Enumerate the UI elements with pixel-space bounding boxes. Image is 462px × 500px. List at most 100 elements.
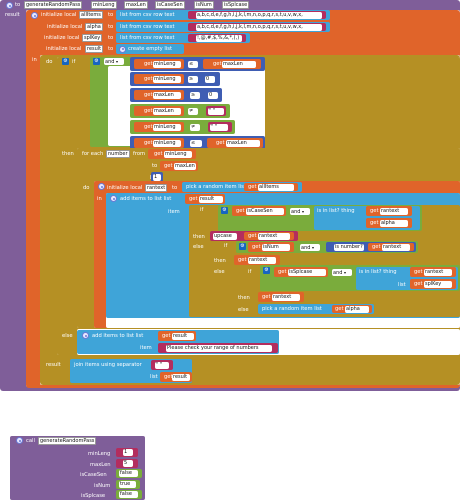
upcase-dropdown[interactable]: upcase [213,232,237,240]
do-label: do [46,59,53,65]
if-mutator-icon[interactable]: ⚙ [62,58,69,65]
for-each-var-field[interactable]: number [106,150,130,158]
create-empty-list-label: create empty list [128,46,173,52]
local-name-allItems[interactable]: allItems [79,11,103,19]
var-dropdown-rantext-2[interactable]: rantext [382,243,410,251]
local-label-0: initialize local [41,12,77,18]
text-value-arg-minLeng[interactable]: 1 [123,449,133,456]
var-dropdown-c4-left[interactable]: minLeng [153,123,181,131]
var-dropdown-result-else[interactable]: result [172,332,194,340]
list-mutator-icon[interactable] [119,45,126,53]
text-value-allItems[interactable]: a,b,c,d,e,f,g,h,i,j,k,l,m,n,o,p,q,r,s,t,… [196,11,322,19]
param-maxLen[interactable]: maxLen [124,1,148,9]
number-value-by[interactable]: 1 [153,173,161,181]
call-procedure-dropdown[interactable]: generateRandomPass [38,437,97,445]
op-dropdown-c2[interactable]: ≥ [190,91,200,99]
init-rantext-mutator-icon[interactable] [98,183,105,190]
call-mutator-icon[interactable] [16,437,23,444]
and-operator-label: and [301,244,311,251]
and-mutator-icon[interactable]: ⚙ [93,58,100,65]
var-dropdown-rantext-then2[interactable]: rantext [248,256,276,264]
local-name-alpha[interactable]: alpha [85,23,103,31]
pick-random-label: pick a random item list [186,184,246,190]
op-dropdown-c1[interactable]: ≥ [188,75,198,83]
local-name-result[interactable]: result [85,45,104,53]
logic-value-arg-isNum[interactable]: true [119,481,136,488]
var-dropdown-isNum[interactable]: isNum [262,243,290,251]
text-value-c4[interactable]: " " [210,123,228,131]
then-label: then [238,295,250,301]
var-dropdown-c0-left[interactable]: minLeng [153,60,181,68]
var-dropdown-from[interactable]: minLeng [164,150,192,158]
op-dropdown-c3[interactable]: ≠ [188,107,198,115]
and-operator-label: and [291,208,301,215]
text-value-message[interactable]: Please check your range of numbers [166,344,272,352]
param-minLeng[interactable]: minLeng [91,1,117,9]
op-dropdown-c4[interactable]: ≠ [190,123,200,131]
inner-in-label: in [97,196,102,202]
for-each-label: for each [82,151,104,157]
and-operator-dropdown[interactable]: and ▾ [104,58,124,65]
and-mutator-icon[interactable]: ⚙ [263,267,270,274]
var-dropdown-alpha[interactable]: alpha [380,219,408,227]
local-label-1: initialize local [47,24,83,30]
result-label: result [46,362,61,368]
logic-value-arg-isCaseSen[interactable]: false [119,470,138,477]
var-dropdown-c5-left[interactable]: minLeng [153,139,181,147]
var-dropdown-rantext-3[interactable]: rantext [424,268,452,276]
text-value-c3[interactable]: " " [208,107,224,115]
then-label: then [214,258,226,264]
number-value-c1[interactable]: 0 [205,75,215,83]
var-dropdown-isCaseSen[interactable]: isCaseSen [246,207,284,215]
and-operator-dropdown-1[interactable]: and ▾ [290,207,310,215]
csv-row-label-2: list from csv row text [120,35,175,41]
and-mutator-icon[interactable]: ⚙ [221,207,228,214]
text-value-sep[interactable]: " " [155,361,169,369]
if-label: if [224,243,228,249]
op-dropdown-c0[interactable]: ≤ [188,60,198,68]
text-value-arg-maxLen[interactable]: 5 [123,460,133,467]
var-dropdown-rantext-up[interactable]: rantext [258,232,290,240]
dropdown-arrow-icon: ▾ [344,269,347,275]
add-items-mutator-icon[interactable] [110,195,117,202]
var-dropdown-c3-left[interactable]: maxLen [153,107,181,115]
number-value-c2[interactable]: 0 [208,91,218,99]
var-dropdown-to[interactable]: maxLen [174,162,196,170]
param-isCaseSen[interactable]: isCaseSen [155,1,185,9]
else-add-items-mutator-icon[interactable] [82,332,89,339]
text-value-alpha[interactable]: a,b,c,d,e,f,g,h,i,j,k,l,m,n,o,p,q,r,s,t,… [196,23,322,31]
is-number-dropdown[interactable]: is number? [334,243,364,251]
op-dropdown-c5[interactable]: ≤ [190,139,202,147]
var-dropdown-alpha-else3[interactable]: alpha [345,305,369,313]
init-rantext-name-field[interactable]: rantext [145,184,168,192]
get-label: get [144,92,153,98]
logic-value-arg-isSplcase[interactable]: false [119,491,138,498]
and-operator-dropdown-2[interactable]: and ▾ [300,243,320,251]
var-dropdown-rantext-1[interactable]: rantext [380,207,408,215]
procedure-mutator-icon[interactable] [6,2,13,9]
and-mutator-icon[interactable]: ⚙ [239,243,246,250]
var-dropdown-isSplcase[interactable]: isSplcase [288,268,326,276]
var-dropdown-rantext-then3[interactable]: rantext [272,293,300,301]
get-label: get [335,306,344,312]
var-dropdown-c0-right[interactable]: maxLen [222,60,256,68]
param-isNum[interactable]: isNum [194,1,214,9]
var-dropdown-c2-left[interactable]: maxLen [153,91,181,99]
local-mutator-icon[interactable] [31,12,38,19]
procedure-to-label: to [15,2,21,8]
get-label: get [144,140,153,146]
init-rantext-to: to [172,185,178,191]
var-dropdown-allItems[interactable]: allItems [258,183,294,191]
var-dropdown-result-join[interactable]: result [172,373,190,381]
param-isSplcase[interactable]: isSplcase [222,1,250,9]
and-operator-dropdown-3[interactable]: and ▾ [332,268,352,276]
var-dropdown-result-add[interactable]: result [199,195,223,203]
text-value-splKey[interactable]: !,@,#,$,%,&,*,(,) [196,34,242,42]
var-dropdown-c5-right[interactable]: maxLen [226,139,260,147]
procedure-name-field[interactable]: generateRandomPass [24,1,83,9]
var-dropdown-splKey[interactable]: splKey [424,280,452,288]
call-arg-label-isSplcase: isSplcase [81,493,106,499]
call-arg-label-minLeng: minLeng [88,451,111,457]
local-name-splKey[interactable]: splKey [82,34,103,42]
var-dropdown-c1-left[interactable]: minLeng [153,75,181,83]
